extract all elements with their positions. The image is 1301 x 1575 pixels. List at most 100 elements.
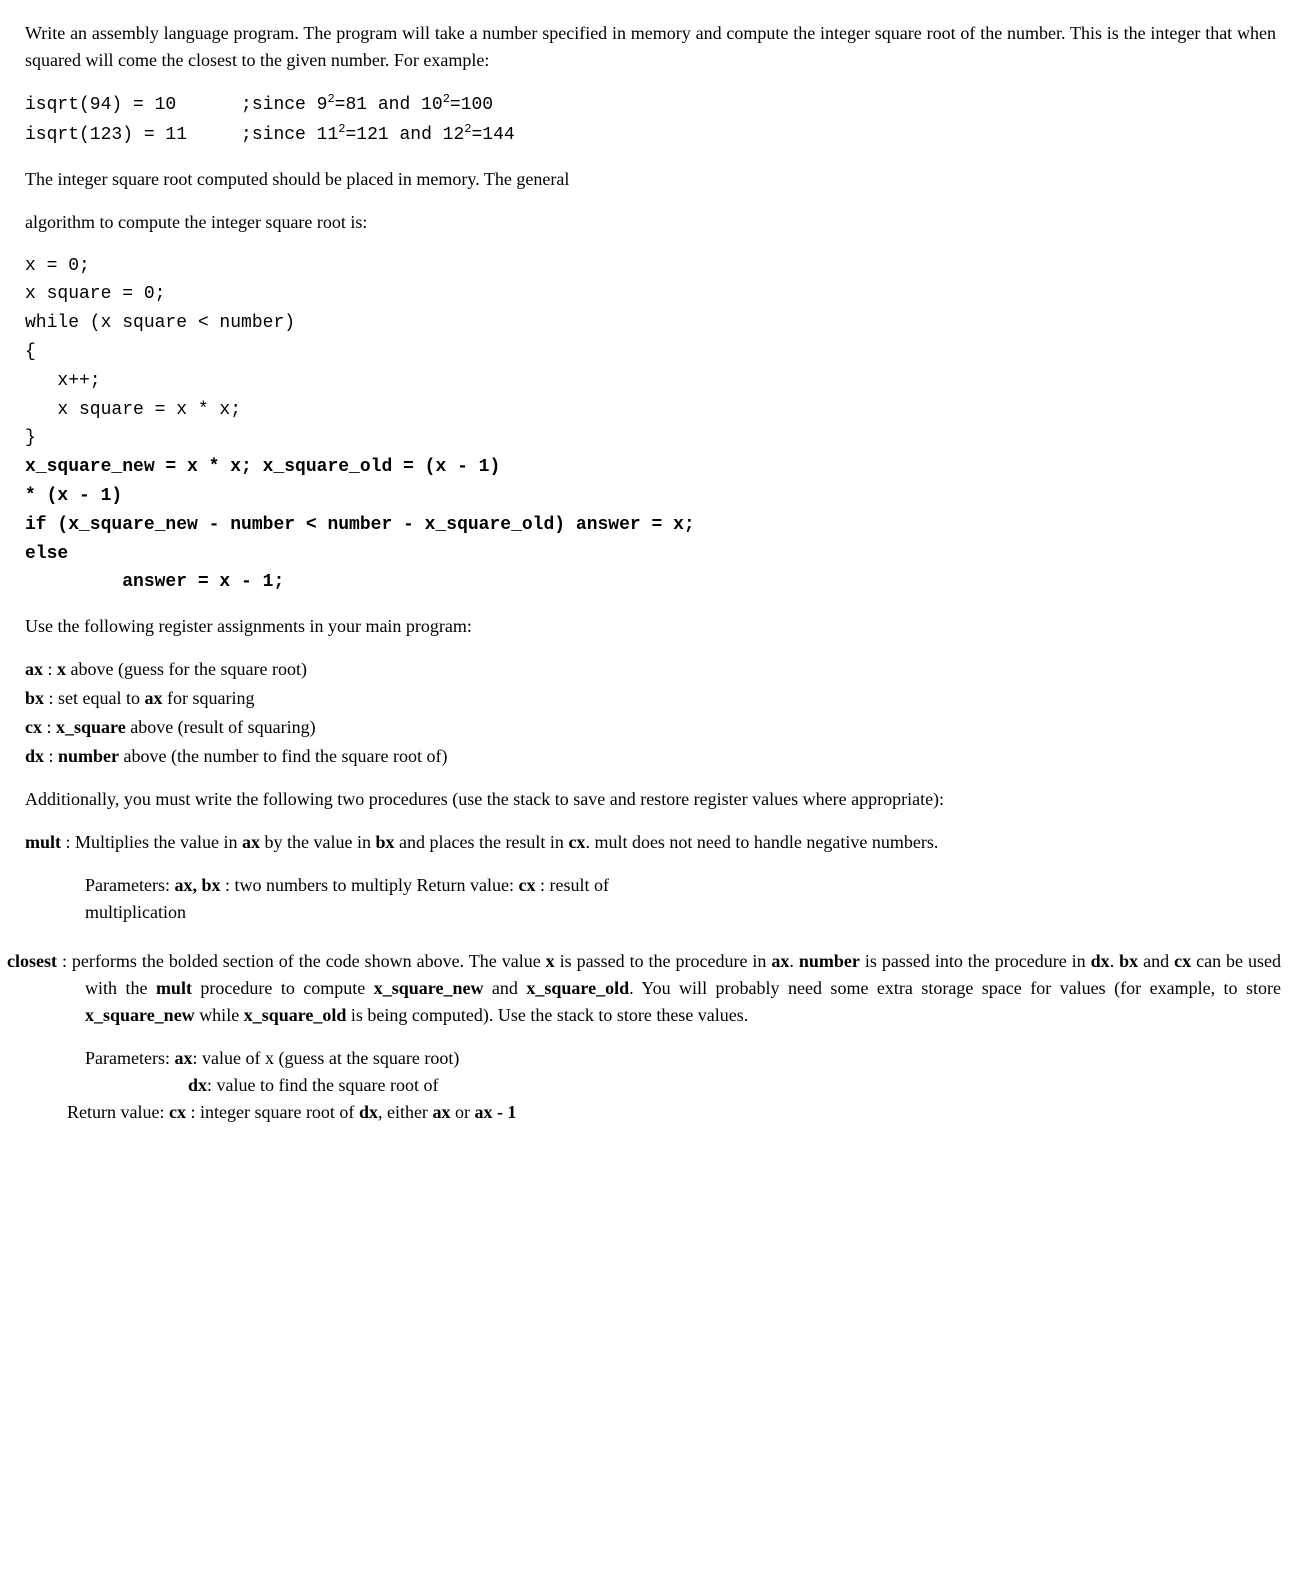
sup-2: 2 [327, 92, 334, 106]
closest-ax: ax [771, 951, 789, 971]
mult-params-text2: : two numbers to multiply Return value: [220, 875, 518, 895]
mult-cx: cx [568, 832, 585, 852]
closest-text11: while [195, 1005, 244, 1025]
closest-return-label: Return value: [67, 1102, 169, 1122]
closest-return-dx: dx [359, 1102, 378, 1122]
reg-bx-sep: : set equal to [44, 688, 144, 708]
algo-bold-4: else [25, 544, 68, 564]
mult-text4: . mult does not need to handle negative … [585, 832, 938, 852]
algo-plain: x = 0; x square = 0; while (x square < n… [25, 256, 295, 449]
paragraph-4: Use the following register assignments i… [25, 613, 1276, 640]
example1-left: isqrt(94) = 10 [25, 95, 176, 115]
closest-text2: is passed to the procedure in [555, 951, 772, 971]
mult-bx: bx [375, 832, 394, 852]
closest-bx: bx [1119, 951, 1138, 971]
reg-ax-line: ax : x above (guess for the square root) [25, 656, 1276, 683]
reg-dx-bold2: number [58, 746, 119, 766]
example2-end: =144 [472, 125, 515, 145]
example2-mid: =121 and 12 [345, 125, 464, 145]
closest-return-text4: or [450, 1102, 474, 1122]
register-list: ax : x above (guess for the square root)… [25, 656, 1276, 770]
closest-block: closest : performs the bolded section of… [7, 948, 1281, 1029]
closest-params-line2: dx: value to find the square root of [85, 1072, 1281, 1099]
algo-bold-1: x_square_new = x * x; x_square_old = (x … [25, 457, 500, 477]
closest-cx: cx [1174, 951, 1191, 971]
mult-label: mult [25, 832, 61, 852]
closest-text6: and [1138, 951, 1174, 971]
closest-xsn2: x_square_new [85, 1005, 195, 1025]
reg-cx-bold: cx [25, 717, 42, 737]
closest-text10: . You will probably need some extra stor… [629, 978, 1281, 998]
closest-text5: . [1110, 951, 1119, 971]
mult-params: Parameters: ax, bx : two numbers to mult… [25, 872, 705, 926]
closest-procedure: closest : performs the bolded section of… [7, 948, 1281, 1126]
reg-bx-bold2: ax [145, 688, 163, 708]
example1-comment: ;since 9 [241, 95, 327, 115]
closest-return-text3: , either [378, 1102, 432, 1122]
reg-cx-line: cx : x_square above (result of squaring) [25, 714, 1276, 741]
closest-text4: is passed into the procedure in [860, 951, 1091, 971]
closest-text3: . [789, 951, 798, 971]
closest-params-dx: dx [188, 1075, 207, 1095]
algo-bold-3: if (x_square_new - number < number - x_s… [25, 515, 695, 535]
closest-mult: mult [156, 978, 192, 998]
closest-params-ax: ax [174, 1048, 192, 1068]
closest-params-text2: : value of x (guess at the square root) [192, 1048, 459, 1068]
closest-number: number [799, 951, 860, 971]
mult-text3: and places the result in [394, 832, 568, 852]
closest-xso2: x_square_old [244, 1005, 347, 1025]
example2-comment: ;since 11 [241, 125, 338, 145]
closest-dx: dx [1091, 951, 1110, 971]
closest-text8: procedure to compute [192, 978, 374, 998]
reg-dx-line: dx : number above (the number to find th… [25, 743, 1276, 770]
closest-text1: : performs the bolded section of the cod… [57, 951, 546, 971]
reg-dx-sep: : [44, 746, 58, 766]
closest-params-text3: : value to find the square root of [207, 1075, 438, 1095]
example-code-block: isqrt(94) = 10 ;since 92=81 and 102=100 … [25, 90, 1276, 150]
reg-cx-rest: above (result of squaring) [126, 717, 316, 737]
reg-ax-sep: : [43, 659, 57, 679]
closest-text9: and [483, 978, 526, 998]
closest-label: closest [7, 951, 57, 971]
example1-mid: =81 and 10 [335, 95, 443, 115]
mult-ax: ax [242, 832, 260, 852]
mult-params-label: Parameters: [85, 875, 174, 895]
closest-return-cx: cx [169, 1102, 186, 1122]
example2-left: isqrt(123) = 11 [25, 125, 187, 145]
closest-params: Parameters: ax: value of x (guess at the… [7, 1045, 1281, 1126]
algo-bold-5: answer = x - 1; [25, 572, 284, 592]
reg-ax-bold2: x [57, 659, 66, 679]
reg-bx-line: bx : set equal to ax for squaring [25, 685, 1276, 712]
closest-params-line1: Parameters: ax: value of x (guess at the… [85, 1045, 1281, 1072]
reg-dx-bold: dx [25, 746, 44, 766]
paragraph-2: The integer square root computed should … [25, 166, 1276, 193]
reg-bx-bold: bx [25, 688, 44, 708]
closest-text12: is being computed). Use the stack to sto… [346, 1005, 748, 1025]
closest-return-text2: : integer square root of [186, 1102, 359, 1122]
sup-2d: 2 [464, 122, 471, 136]
mult-procedure: mult : Multiplies the value in ax by the… [25, 829, 1276, 926]
closest-xso: x_square_old [526, 978, 629, 998]
closest-return-ax2: ax - 1 [474, 1102, 516, 1122]
reg-ax-bold: ax [25, 659, 43, 679]
algo-bold-2: * (x - 1) [25, 486, 122, 506]
closest-return-ax: ax [432, 1102, 450, 1122]
example1-end: =100 [450, 95, 493, 115]
mult-params-axbx: ax, bx [174, 875, 220, 895]
paragraph-5: Additionally, you must write the followi… [25, 786, 1276, 813]
paragraph-3: algorithm to compute the integer square … [25, 209, 1276, 236]
closest-xsn: x_square_new [374, 978, 484, 998]
algorithm-code-block: x = 0; x square = 0; while (x square < n… [25, 252, 1276, 598]
reg-cx-bold2: x_square [56, 717, 126, 737]
reg-ax-rest: above (guess for the square root) [66, 659, 307, 679]
mult-text1: : Multiplies the value in [61, 832, 242, 852]
closest-x: x [546, 951, 555, 971]
mult-text2: by the value in [260, 832, 375, 852]
reg-dx-rest: above (the number to find the square roo… [119, 746, 447, 766]
closest-return-line: Return value: cx : integer square root o… [67, 1099, 1281, 1126]
reg-cx-sep: : [42, 717, 56, 737]
mult-params-cx: cx [518, 875, 535, 895]
intro-paragraph: Write an assembly language program. The … [25, 20, 1276, 74]
mult-block: mult : Multiplies the value in ax by the… [25, 829, 1276, 856]
sup-2b: 2 [443, 92, 450, 106]
